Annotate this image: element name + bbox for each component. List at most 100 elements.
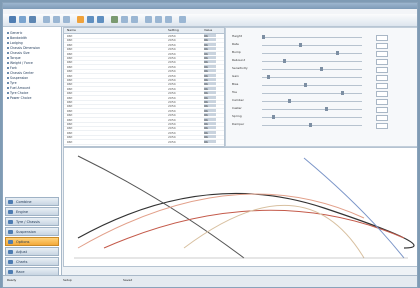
property-value-box[interactable] — [376, 42, 388, 49]
slider-knob[interactable] — [341, 90, 344, 95]
export-icon[interactable] — [165, 16, 172, 23]
row-value[interactable]: Ok — [204, 34, 216, 38]
property-slider[interactable] — [262, 42, 362, 47]
tree-item[interactable]: Power Choice — [7, 96, 31, 100]
save-icon[interactable] — [29, 16, 36, 23]
tree-item[interactable]: Chassis Size — [7, 51, 30, 55]
tree-item[interactable]: Bandwidth — [7, 36, 27, 40]
property-slider[interactable] — [262, 66, 362, 71]
nav-tyre-chassis[interactable]: Tyre / Chassis — [5, 217, 59, 226]
row-setting: 2054 — [168, 69, 176, 74]
tree-item[interactable]: Suspension — [7, 76, 28, 80]
property-slider[interactable] — [262, 90, 362, 95]
slider-knob[interactable] — [283, 58, 286, 63]
row-value[interactable]: Ok — [204, 42, 216, 47]
print-icon[interactable] — [155, 16, 162, 23]
property-slider[interactable] — [262, 98, 362, 103]
row-value[interactable]: Ok — [204, 104, 216, 108]
row-value[interactable]: Ok — [204, 122, 216, 126]
row-value[interactable]: Ok — [204, 126, 216, 130]
nav-charts[interactable]: Charts — [5, 257, 59, 266]
row-value[interactable]: Ok — [204, 95, 216, 100]
slider-knob[interactable] — [336, 50, 339, 55]
tree-item[interactable]: Fork — [7, 66, 17, 70]
property-slider[interactable] — [262, 50, 362, 55]
tree-item[interactable]: Lodging — [7, 41, 23, 45]
zoom-out-icon[interactable] — [131, 16, 138, 23]
property-value-box[interactable] — [376, 34, 388, 41]
property-slider[interactable] — [262, 58, 362, 63]
settings-icon[interactable] — [87, 16, 94, 23]
open-icon[interactable] — [19, 16, 26, 23]
new-icon[interactable] — [9, 16, 16, 23]
row-value[interactable]: Ok — [204, 86, 216, 91]
slider-knob[interactable] — [272, 114, 275, 119]
grid-icon[interactable] — [145, 16, 152, 23]
row-value[interactable]: Ok — [204, 113, 216, 117]
row-value[interactable]: Ok — [204, 69, 216, 73]
tree-item[interactable]: Chassis Center — [7, 71, 34, 75]
table-row[interactable]: Ctrl 2054 Ok — [64, 139, 224, 145]
row-value[interactable]: Ok — [204, 82, 216, 86]
slider-knob[interactable] — [304, 82, 307, 87]
property-slider[interactable] — [262, 82, 362, 87]
property-slider[interactable] — [262, 34, 362, 39]
row-value[interactable]: Ok — [204, 47, 216, 51]
property-value-box[interactable] — [376, 82, 388, 89]
tree-item[interactable]: Torque — [7, 56, 21, 60]
cut-icon[interactable] — [43, 16, 50, 23]
slider-knob[interactable] — [262, 34, 265, 39]
property-value-box[interactable] — [376, 98, 388, 105]
slider-knob[interactable] — [309, 122, 312, 127]
slider-knob[interactable] — [325, 106, 328, 111]
row-value[interactable]: Ok — [204, 117, 216, 122]
row-value[interactable]: Ok — [204, 38, 216, 42]
tree-item[interactable]: Generic — [7, 31, 22, 35]
property-slider[interactable] — [262, 122, 362, 127]
property-value-box[interactable] — [376, 106, 388, 113]
property-value-box[interactable] — [376, 90, 388, 97]
property-slider[interactable] — [262, 106, 362, 111]
row-value[interactable]: Ok — [204, 139, 216, 144]
zoom-in-icon[interactable] — [121, 16, 128, 23]
property-value-box[interactable] — [376, 50, 388, 57]
row-value[interactable]: Ok — [204, 73, 216, 78]
nav-options[interactable]: Options — [5, 237, 59, 246]
property-value-box[interactable] — [376, 74, 388, 81]
nav-suspension[interactable]: Suspension — [5, 227, 59, 236]
row-value[interactable]: Ok — [204, 64, 216, 69]
copy-icon[interactable] — [53, 16, 60, 23]
highlight-icon[interactable] — [77, 16, 84, 23]
row-value[interactable]: Ok — [204, 135, 216, 139]
property-value-box[interactable] — [376, 114, 388, 121]
run-icon[interactable] — [111, 16, 118, 23]
row-value[interactable]: Ok — [204, 108, 216, 113]
nav-combine[interactable]: Combine — [5, 197, 59, 206]
tree-item[interactable]: Tyre Choice — [7, 91, 28, 95]
property-value-box[interactable] — [376, 58, 388, 65]
row-value[interactable]: Ok — [204, 60, 216, 64]
tree-item[interactable]: Fuel Amount — [7, 86, 30, 90]
property-slider[interactable] — [262, 114, 362, 119]
property-value-box[interactable] — [376, 122, 388, 129]
row-value[interactable]: Ok — [204, 56, 216, 60]
nav-adjust[interactable]: Adjust — [5, 247, 59, 256]
tree-item[interactable]: Chassis Dimension — [7, 46, 40, 50]
slider-knob[interactable] — [288, 98, 291, 103]
row-value[interactable]: Ok — [204, 51, 216, 56]
nav-engine[interactable]: Engine — [5, 207, 59, 216]
paste-icon[interactable] — [63, 16, 70, 23]
help-icon[interactable] — [179, 16, 186, 23]
slider-knob[interactable] — [320, 66, 323, 71]
tree-item[interactable]: Weight / Force — [7, 61, 33, 65]
row-value[interactable]: Ok — [204, 78, 216, 82]
row-value[interactable]: Ok — [204, 100, 216, 104]
slider-knob[interactable] — [299, 42, 302, 47]
row-value[interactable]: Ok — [204, 130, 216, 135]
slider-knob[interactable] — [267, 74, 270, 79]
row-value[interactable]: Ok — [204, 91, 216, 95]
property-slider[interactable] — [262, 74, 362, 79]
tree-item[interactable]: Tyre — [7, 81, 17, 85]
chart-icon[interactable] — [97, 16, 104, 23]
property-value-box[interactable] — [376, 66, 388, 73]
